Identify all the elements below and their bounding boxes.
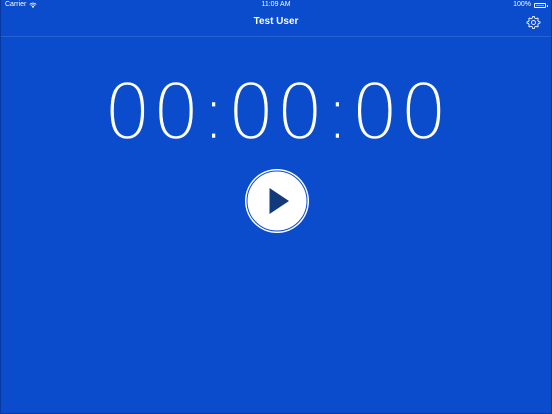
battery-icon	[534, 2, 548, 8]
navigation-bar: Test User	[1, 10, 551, 37]
gear-icon[interactable]	[526, 15, 541, 30]
status-right: 100%	[513, 0, 548, 10]
app-screen: Carrier 11:09 AM 100% Test User 00:00:00	[0, 0, 552, 414]
play-button[interactable]	[244, 168, 310, 234]
battery-level	[536, 4, 544, 6]
status-time: 11:09 AM	[261, 1, 291, 8]
battery-percent: 100%	[513, 1, 531, 8]
timer-display: 00:00:00	[103, 68, 449, 156]
nav-title: Test User	[253, 16, 299, 27]
status-bar: Carrier 11:09 AM 100%	[1, 0, 551, 10]
